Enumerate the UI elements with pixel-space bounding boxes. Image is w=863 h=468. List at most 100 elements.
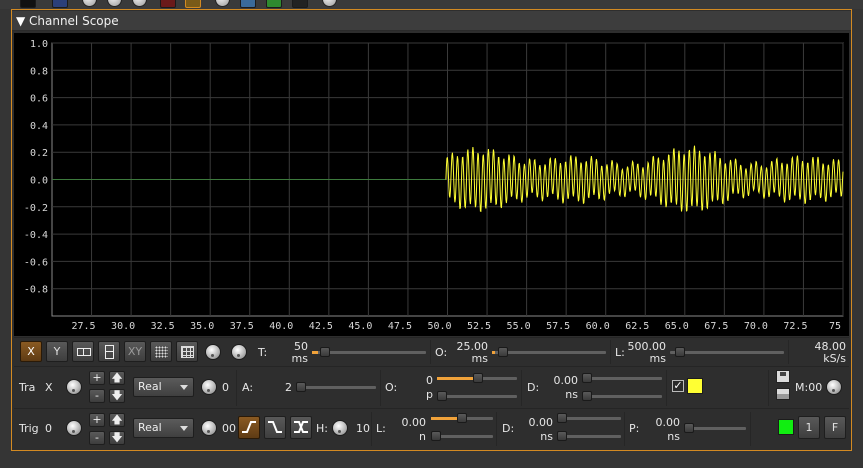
slider-handle[interactable] [437, 391, 447, 401]
y-tick-label: 1.0 [30, 39, 48, 50]
palette-icon[interactable] [240, 0, 256, 8]
knob-icon[interactable] [215, 0, 230, 7]
trigger-knob[interactable] [201, 420, 217, 436]
trace-delay-label: D: [527, 381, 540, 394]
trace-visible-checkbox[interactable]: ✓ [672, 380, 684, 392]
color-icon[interactable] [266, 0, 282, 8]
knob-icon[interactable] [82, 0, 97, 7]
arrow-down-icon: 🡇 [111, 389, 123, 402]
trace-select-knob[interactable] [66, 379, 82, 395]
x-tick-label: 60.0 [586, 321, 610, 332]
both-edges-button[interactable] [290, 416, 312, 439]
slider-handle[interactable] [675, 347, 685, 357]
knob-icon[interactable] [107, 0, 122, 7]
row-separator [14, 366, 849, 367]
slider-handle[interactable] [557, 413, 567, 423]
trigger-knob-value: 00 [222, 422, 236, 435]
channel-icon[interactable] [52, 0, 68, 8]
offset-slider[interactable] [492, 347, 606, 357]
trigger-delay-coarse-slider[interactable] [557, 413, 621, 423]
row-separator [14, 337, 849, 338]
slider-handle[interactable] [582, 373, 592, 383]
spectrum-icon[interactable] [160, 0, 176, 8]
trigger-level-fine-slider[interactable] [431, 431, 493, 441]
length-slider[interactable] [670, 347, 784, 357]
slider-handle[interactable] [684, 423, 694, 433]
falling-edge-button[interactable] [264, 416, 286, 439]
trace-projection-select[interactable]: Real [133, 377, 194, 397]
slider-handle[interactable] [582, 391, 592, 401]
trace-delay-coarse-slider[interactable] [582, 373, 662, 383]
hysteresis-label: H: [316, 422, 328, 435]
grid-dots-icon [155, 346, 168, 358]
trace-x-button[interactable]: X [20, 341, 42, 362]
trace-offset-coarse-slider[interactable] [437, 373, 517, 383]
trigger-select-knob[interactable] [66, 420, 82, 436]
x-tick-label: 40.0 [269, 321, 293, 332]
trigger-pre-label: P: [629, 422, 640, 435]
add-trace-button[interactable]: + [89, 371, 105, 385]
trigger-level-coarse-slider[interactable] [431, 413, 493, 423]
amp-value: 2 [285, 381, 292, 394]
freerun-button[interactable]: F [824, 416, 846, 439]
slider-handle[interactable] [320, 347, 330, 357]
xy-button[interactable]: XY [124, 341, 146, 362]
remove-trace-button[interactable]: - [89, 389, 105, 403]
slider-handle[interactable] [431, 431, 441, 441]
trace-offset-unit: p [426, 388, 433, 401]
slider-handle[interactable] [557, 431, 567, 441]
slider-handle[interactable] [473, 373, 483, 383]
y-tick-label: -0.6 [24, 257, 48, 268]
trace-offset-fine-slider[interactable] [437, 391, 517, 401]
grid-intensity-knob[interactable] [231, 344, 247, 360]
trace-down-button[interactable]: 🡇 [109, 389, 125, 403]
amp-slider[interactable] [296, 382, 376, 392]
slider-handle[interactable] [498, 347, 508, 357]
time-slider[interactable] [312, 347, 426, 357]
x-tick-label: 42.5 [309, 321, 333, 332]
slider-fill [312, 351, 318, 354]
display-icon[interactable] [20, 0, 36, 8]
knob-icon[interactable] [132, 0, 147, 7]
trigger-up-button[interactable]: 🡅 [109, 413, 125, 427]
grid-lines-button[interactable] [176, 341, 198, 362]
trace-color-swatch[interactable] [687, 378, 703, 394]
trace-delay-value: 0.00 [553, 374, 579, 387]
trace-knob[interactable] [201, 379, 217, 395]
remove-trigger-button[interactable]: - [89, 431, 105, 445]
load-icon[interactable] [776, 388, 790, 400]
knob-icon[interactable] [322, 0, 337, 7]
grid-icon[interactable] [292, 0, 308, 8]
rising-edge-button[interactable] [238, 416, 260, 439]
row-divider [380, 370, 381, 406]
hysteresis-knob[interactable] [332, 420, 348, 436]
trigger-down-button[interactable]: 🡇 [109, 431, 125, 445]
trace-intensity-knob[interactable] [205, 344, 221, 360]
side-by-side-button[interactable] [72, 341, 94, 362]
x-tick-label: 47.5 [388, 321, 412, 332]
add-trigger-button[interactable]: + [89, 413, 105, 427]
row-divider [610, 340, 611, 364]
collapse-arrow-icon[interactable]: ▼ [16, 14, 25, 28]
x-tick-label: 57.5 [546, 321, 570, 332]
trigger-pre-slider[interactable] [684, 423, 746, 433]
grid-dots-button[interactable] [150, 341, 172, 362]
scope-display[interactable]: 1.0 0.8 0.6 0.4 0.2 0.0 -0.2 -0.4 -0.6 -0.8 27.5 30… [14, 33, 849, 336]
slider-handle[interactable] [457, 413, 467, 423]
memory-knob[interactable] [826, 379, 842, 395]
trigger-projection-select[interactable]: Real [133, 418, 194, 438]
arrow-up-icon: 🡅 [111, 371, 123, 384]
trace-up-button[interactable]: 🡅 [109, 371, 125, 385]
save-icon[interactable] [776, 370, 790, 383]
one-shot-button[interactable]: 1 [798, 416, 820, 439]
trigger-delay-fine-slider[interactable] [557, 431, 621, 441]
x-tick-label: 32.5 [151, 321, 175, 332]
slider-handle[interactable] [296, 382, 306, 392]
trace-y-button[interactable]: Y [46, 341, 68, 362]
waveform-icon[interactable] [185, 0, 201, 8]
panel-title-bar[interactable]: ▼ Channel Scope [12, 11, 851, 31]
trace-delay-fine-slider[interactable] [582, 391, 662, 401]
scope-plot[interactable]: 1.0 0.8 0.6 0.4 0.2 0.0 -0.2 -0.4 -0.6 -0.8 27.5 30… [14, 33, 849, 336]
trigger-color-swatch[interactable] [778, 419, 794, 435]
stacked-button[interactable] [98, 341, 120, 362]
